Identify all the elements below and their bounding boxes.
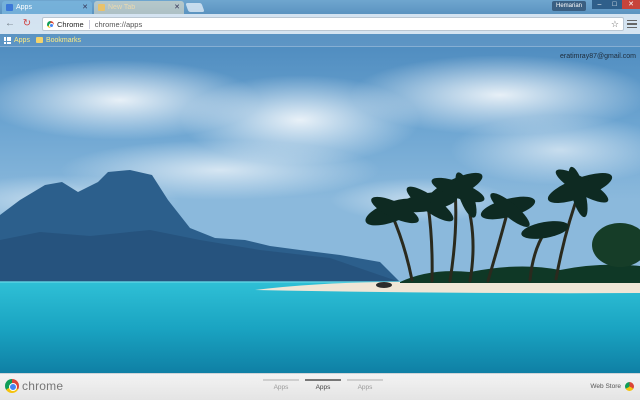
- tab-apps[interactable]: Apps ✕: [2, 1, 92, 14]
- page-favicon-icon: [98, 4, 105, 11]
- page-tab-1[interactable]: Apps: [263, 379, 299, 391]
- account-email-link[interactable]: eratimray87@gmail.com: [560, 53, 636, 60]
- web-store-label: Web Store: [590, 383, 621, 390]
- page-tab-3[interactable]: Apps: [347, 379, 383, 391]
- minimize-button[interactable]: –: [592, 0, 607, 9]
- bookmark-star-icon[interactable]: ☆: [611, 19, 619, 30]
- back-arrow-icon: ←: [5, 18, 15, 29]
- page-tab-label: Apps: [273, 384, 289, 391]
- wallpaper-tropical-island: [0, 0, 640, 374]
- browser-toolbar: ← ↻ Chrome chrome://apps ☆: [0, 14, 640, 34]
- web-store-icon: [625, 382, 634, 391]
- tab-close-icon[interactable]: ✕: [174, 4, 180, 11]
- chrome-icon: [47, 20, 54, 28]
- maximize-button[interactable]: □: [607, 0, 622, 9]
- address-bar[interactable]: Chrome chrome://apps ☆: [42, 17, 624, 31]
- site-chip-label: Chrome: [57, 19, 84, 29]
- web-store-link[interactable]: Web Store: [590, 382, 634, 391]
- chrome-logo-icon: [5, 379, 19, 393]
- bookmark-apps-label: Apps: [14, 36, 30, 44]
- chrome-menu-button[interactable]: [627, 18, 637, 30]
- tab-title: Apps: [16, 4, 32, 11]
- folder-icon: [35, 37, 43, 43]
- bookmark-folder[interactable]: Bookmarks: [35, 36, 81, 44]
- profile-button[interactable]: Hemarian: [551, 1, 586, 11]
- page-tab-label: Apps: [357, 384, 373, 391]
- app-launcher-footer: chrome Apps Apps Apps Web Store: [0, 373, 640, 400]
- chrome-brand: chrome: [5, 379, 63, 393]
- apps-favicon-icon: [6, 4, 13, 11]
- back-button[interactable]: ←: [3, 17, 17, 31]
- bookmark-apps[interactable]: Apps: [4, 36, 30, 44]
- tab-new-tab[interactable]: New Tab ✕: [94, 1, 184, 14]
- site-chip[interactable]: Chrome: [47, 19, 90, 29]
- bookmark-folder-label: Bookmarks: [45, 36, 81, 44]
- tab-strip: Apps ✕ New Tab ✕ Hemarian – □ ✕: [0, 0, 640, 14]
- apps-grid-icon: [4, 36, 11, 44]
- reload-button[interactable]: ↻: [20, 17, 34, 31]
- tab-title: New Tab: [108, 4, 136, 11]
- tab-close-icon[interactable]: ✕: [82, 4, 88, 11]
- url-text[interactable]: chrome://apps: [95, 20, 611, 29]
- close-window-button[interactable]: ✕: [622, 0, 640, 9]
- page-switcher: Apps Apps Apps: [263, 379, 383, 391]
- page-tab-label: Apps: [315, 384, 331, 391]
- bookmarks-bar: Apps Bookmarks: [0, 34, 640, 47]
- reload-icon: ↻: [22, 18, 32, 29]
- page-tab-2[interactable]: Apps: [305, 379, 341, 391]
- brand-text: chrome: [22, 379, 64, 393]
- new-tab-button[interactable]: [185, 3, 205, 12]
